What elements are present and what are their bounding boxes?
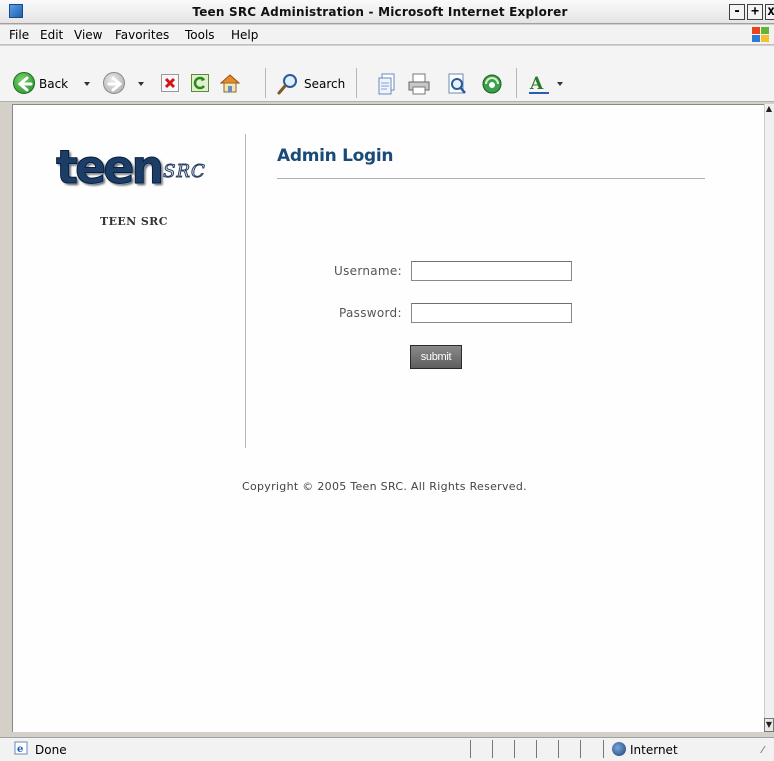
vertical-scrollbar[interactable] <box>764 104 774 732</box>
print-icon[interactable] <box>406 72 432 96</box>
logo-main-text: teen <box>55 140 164 194</box>
back-dropdown-icon[interactable] <box>84 82 90 86</box>
status-text: Done <box>35 743 67 757</box>
font-dropdown-icon[interactable] <box>557 82 563 86</box>
search-label[interactable]: Search <box>304 77 345 91</box>
home-icon[interactable] <box>218 71 242 95</box>
username-field[interactable] <box>411 261 572 281</box>
toolbar-separator <box>265 68 266 98</box>
menu-favorites[interactable]: Favorites <box>115 28 169 42</box>
page-viewport <box>12 104 764 732</box>
resize-grip-icon[interactable]: ⁄ <box>762 745 764 756</box>
menu-help[interactable]: Help <box>231 28 258 42</box>
status-separator <box>558 740 559 758</box>
logo-sub-text: SRC <box>163 161 206 183</box>
status-separator <box>580 740 581 758</box>
username-label: Username: <box>334 264 402 278</box>
password-field[interactable] <box>411 303 572 323</box>
page-status-icon: e <box>14 741 28 755</box>
minimize-button[interactable]: - <box>729 4 745 20</box>
page-title: Admin Login <box>277 146 394 166</box>
menu-edit[interactable]: Edit <box>40 28 63 42</box>
submit-button[interactable]: submit <box>410 345 462 369</box>
font-icon[interactable]: A <box>527 72 551 96</box>
close-button[interactable]: x <box>765 4 774 20</box>
site-name: TEEN SRC <box>100 215 168 228</box>
status-separator <box>603 740 604 758</box>
status-separator <box>514 740 515 758</box>
menu-tools[interactable]: Tools <box>185 28 215 42</box>
history-icon[interactable] <box>376 72 398 96</box>
forward-icon[interactable] <box>103 72 125 94</box>
svg-text:e: e <box>17 744 23 755</box>
status-separator <box>536 740 537 758</box>
heading-rule <box>277 178 705 179</box>
media-icon[interactable] <box>480 72 504 96</box>
back-icon[interactable] <box>13 72 35 94</box>
window-title: Teen SRC Administration - Microsoft Inte… <box>192 5 568 19</box>
copyright-text: Copyright © 2005 Teen SRC. All Rights Re… <box>242 480 527 493</box>
scroll-up-icon[interactable]: ▲ <box>764 104 774 116</box>
menu-bar: File Edit View Favorites Tools Help <box>0 25 774 45</box>
site-logo[interactable]: teen SRC <box>55 140 206 194</box>
preview-icon[interactable] <box>445 72 469 96</box>
toolbar-separator <box>516 68 517 98</box>
windows-flag-icon <box>752 27 770 43</box>
menu-file[interactable]: File <box>9 28 29 42</box>
status-separator <box>470 740 471 758</box>
scroll-down-icon[interactable]: ▼ <box>764 718 774 732</box>
internet-zone-icon <box>612 742 626 756</box>
forward-dropdown-icon[interactable] <box>138 82 144 86</box>
password-label: Password: <box>339 306 402 320</box>
maximize-button[interactable]: + <box>747 4 763 20</box>
toolbar-separator <box>356 68 357 98</box>
svg-text:A: A <box>529 74 544 94</box>
title-bar: Teen SRC Administration - Microsoft Inte… <box>0 0 774 24</box>
refresh-icon[interactable] <box>191 74 209 92</box>
status-separator <box>492 740 493 758</box>
stop-icon[interactable] <box>161 74 179 92</box>
search-icon[interactable] <box>276 72 300 96</box>
vertical-divider <box>245 134 246 448</box>
back-label[interactable]: Back <box>39 77 68 91</box>
zone-text: Internet <box>630 743 678 757</box>
menu-view[interactable]: View <box>74 28 102 42</box>
